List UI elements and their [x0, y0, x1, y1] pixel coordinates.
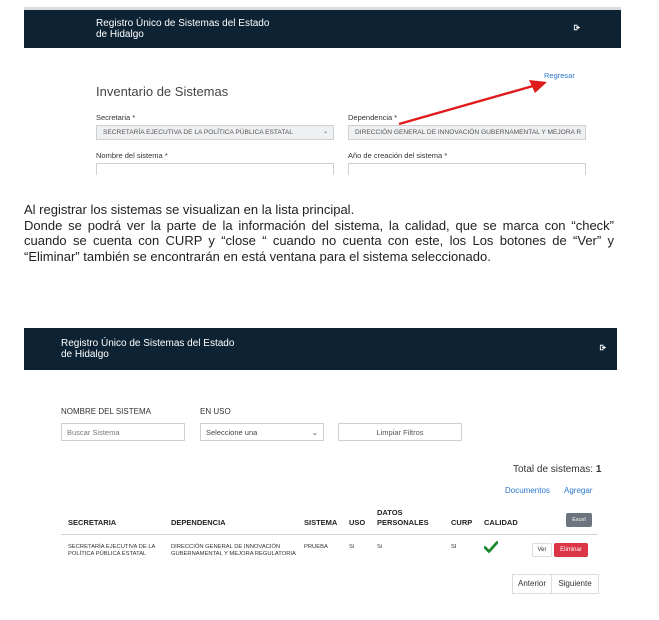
col-curp: CURP — [451, 518, 473, 527]
description-text: Al registrar los sistemas se visualizan … — [24, 202, 614, 264]
row-uso: Si — [349, 544, 355, 550]
row-secretaria: SECRETARÍA EJECUTIVA DE LA POLÍTICA PÚBL… — [68, 544, 155, 558]
col-datos-line1: DATOS — [377, 508, 403, 517]
page-title: Inventario de Sistemas — [96, 84, 229, 99]
row-curp: SI — [451, 544, 457, 550]
col-datos-personales: DATOS PERSONALES — [377, 508, 429, 528]
check-icon — [484, 541, 498, 553]
row-sistema: PRUEBA — [304, 544, 328, 550]
col-secretaria: SECRETARIA — [68, 518, 117, 527]
chevron-down-icon: ⌄ — [322, 129, 328, 135]
dependencia-value: DIRECCIÓN GENERAL DE INNOVACIÓN GUBERNAM… — [355, 129, 582, 136]
row-datos: Si — [377, 544, 383, 550]
dependencia-label: Dependencia * — [348, 113, 398, 122]
header-title-line2: de Hidalgo — [61, 349, 109, 360]
chevron-down-icon: ⌄ — [311, 428, 318, 437]
search-placeholder: Buscar Sistema — [67, 428, 120, 437]
row-dependencia-line2: GUBERNAMENTAL Y MEJORA REGULATORIA — [171, 551, 296, 557]
clear-filters-label: Limpiar Filtros — [376, 428, 424, 437]
eliminar-button[interactable]: Eliminar — [554, 543, 588, 557]
en-uso-label: EN USO — [200, 407, 231, 416]
app-header-2: Registro Único de Sistemas del Estado de… — [24, 328, 617, 370]
row-secretaria-line1: SECRETARÍA EJECUTIVA DE LA — [68, 544, 156, 550]
nombre-input[interactable] — [96, 163, 334, 175]
description-line1: Al registrar los sistemas se visualizan … — [24, 202, 355, 217]
nombre-filter-label: NOMBRE DEL SISTEMA — [61, 407, 151, 416]
secretaria-select[interactable]: SECRETARÍA EJECUTIVA DE LA POLÍTICA PÚBL… — [96, 125, 334, 140]
clear-filters-button[interactable]: Limpiar Filtros — [338, 423, 462, 441]
col-dependencia: DEPENDENCIA — [171, 518, 226, 527]
nombre-label: Nombre del sistema * — [96, 151, 168, 160]
annotation-arrow — [398, 80, 547, 126]
prev-button[interactable]: Anterior — [512, 574, 552, 594]
agregar-link[interactable]: Agregar — [564, 486, 592, 495]
anio-input[interactable] — [348, 163, 586, 175]
row-secretaria-line2: POLÍTICA PÚBLICA ESTATAL — [68, 551, 147, 557]
col-datos-line2: PERSONALES — [377, 518, 429, 527]
col-uso: USO — [349, 518, 366, 527]
en-uso-select[interactable]: Seleccione una ⌄ — [200, 423, 324, 441]
documentos-link[interactable]: Documentos — [505, 486, 550, 495]
anio-label: Año de creación del sistema * — [348, 151, 448, 160]
header-title-line1: Registro Único de Sistemas del Estado — [96, 18, 270, 29]
total-label: Total de sistemas: — [513, 464, 594, 475]
secretaria-label: Secretaria * — [96, 113, 136, 122]
dependencia-select[interactable]: DIRECCIÓN GENERAL DE INNOVACIÓN GUBERNAM… — [348, 125, 586, 140]
col-sistema: SISTEMA — [304, 518, 338, 527]
ver-button[interactable]: Ver — [532, 543, 552, 557]
header-title-line2: de Hidalgo — [96, 29, 144, 40]
app-header: Registro Único de Sistemas del Estado de… — [24, 10, 621, 48]
row-dependencia: DIRECCIÓN GENERAL DE INNOVACIÓN GUBERNAM… — [171, 544, 296, 558]
sign-out-icon[interactable] — [599, 343, 608, 355]
table-header-divider — [61, 534, 598, 535]
description-line2: Donde se podrá ver la parte de la inform… — [24, 217, 614, 264]
total-value: 1 — [595, 464, 602, 475]
excel-button[interactable]: Excel — [566, 513, 592, 527]
total-count: Total de sistemas: 1 — [513, 464, 601, 475]
row-dependencia-line1: DIRECCIÓN GENERAL DE INNOVACIÓN — [171, 544, 281, 550]
header-title-line1: Registro Único de Sistemas del Estado — [61, 338, 235, 349]
en-uso-value: Seleccione una — [206, 428, 258, 437]
next-button[interactable]: Siguiente — [551, 574, 599, 594]
sign-out-icon[interactable] — [573, 23, 582, 35]
secretaria-value: SECRETARÍA EJECUTIVA DE LA POLÍTICA PÚBL… — [103, 129, 293, 136]
search-input[interactable]: Buscar Sistema — [61, 423, 185, 441]
col-calidad: CALIDAD — [484, 518, 518, 527]
